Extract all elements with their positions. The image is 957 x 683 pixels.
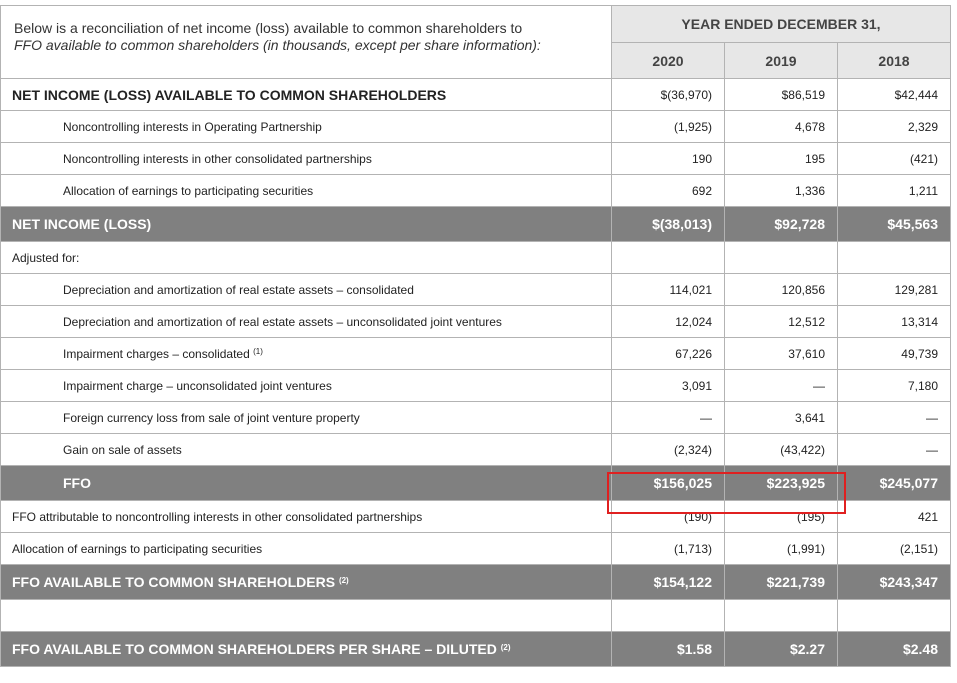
value-2020: 692 xyxy=(611,174,725,207)
intro-line-2: FFO available to common shareholders (in… xyxy=(14,37,541,53)
ffo-reconciliation-table: Below is a reconciliation of net income … xyxy=(0,5,951,667)
value-2019: (1,991) xyxy=(724,532,838,565)
row-label xyxy=(0,599,612,632)
value-2018 xyxy=(837,241,951,274)
value-2018: 49,739 xyxy=(837,337,951,370)
value-2018: 129,281 xyxy=(837,273,951,306)
row-label: Adjusted for: xyxy=(0,241,612,274)
year-header-2020: 2020 xyxy=(611,42,725,79)
row-label: FFO attributable to noncontrolling inter… xyxy=(0,500,612,533)
value-2020: (2,324) xyxy=(611,433,725,466)
value-2019: 37,610 xyxy=(724,337,838,370)
value-2018: 1,211 xyxy=(837,174,951,207)
value-2019 xyxy=(724,241,838,274)
table-row: Impairment charges – consolidated (1) 67… xyxy=(0,337,951,370)
table-row: Noncontrolling interests in Operating Pa… xyxy=(0,110,951,143)
value-2019: 4,678 xyxy=(724,110,838,143)
row-label: Allocation of earnings to participating … xyxy=(0,174,612,207)
value-2020: 190 xyxy=(611,142,725,175)
table-row-ffo-per-share: FFO AVAILABLE TO COMMON SHAREHOLDERS PER… xyxy=(0,631,951,667)
value-2018: 421 xyxy=(837,500,951,533)
row-label: NET INCOME (LOSS) xyxy=(0,206,612,242)
value-2018: (421) xyxy=(837,142,951,175)
value-2020: 114,021 xyxy=(611,273,725,306)
value-2018 xyxy=(837,599,951,632)
row-label-cell: Impairment charges – consolidated (1) xyxy=(0,337,612,370)
value-2020: $(38,013) xyxy=(611,206,725,242)
value-2019: 195 xyxy=(724,142,838,175)
table-row: Allocation of earnings to participating … xyxy=(0,174,951,207)
value-2020: $1.58 xyxy=(611,631,725,667)
value-2020: $154,122 xyxy=(611,564,725,600)
value-2018: (2,151) xyxy=(837,532,951,565)
year-header-2019: 2019 xyxy=(724,42,838,79)
row-label: Depreciation and amortization of real es… xyxy=(0,305,612,338)
footnote-marker: (2) xyxy=(500,643,511,652)
footnote-marker: (2) xyxy=(338,576,349,585)
row-label: NET INCOME (LOSS) AVAILABLE TO COMMON SH… xyxy=(0,78,612,111)
row-label: FFO AVAILABLE TO COMMON SHAREHOLDERS xyxy=(12,574,336,590)
value-2020: — xyxy=(611,401,725,434)
row-label: Noncontrolling interests in Operating Pa… xyxy=(0,110,612,143)
table-row: Impairment charge – unconsolidated joint… xyxy=(0,369,951,402)
value-2020 xyxy=(611,599,725,632)
value-2019: 3,641 xyxy=(724,401,838,434)
value-2019: $92,728 xyxy=(724,206,838,242)
table-row: Gain on sale of assets (2,324) (43,422) … xyxy=(0,433,951,466)
value-2019: 1,336 xyxy=(724,174,838,207)
row-label: FFO xyxy=(0,465,612,501)
row-label: Impairment charges – consolidated xyxy=(63,346,250,361)
value-2020: 12,024 xyxy=(611,305,725,338)
table-row: Adjusted for: xyxy=(0,241,951,274)
value-2018: $45,563 xyxy=(837,206,951,242)
table-row-spacer xyxy=(0,599,951,632)
value-2019: $2.27 xyxy=(724,631,838,667)
value-2018: — xyxy=(837,433,951,466)
table-row: Noncontrolling interests in other consol… xyxy=(0,142,951,175)
period-header: YEAR ENDED DECEMBER 31, xyxy=(611,5,951,43)
row-label: Foreign currency loss from sale of joint… xyxy=(0,401,612,434)
value-2020: $(36,970) xyxy=(611,78,725,111)
row-label: FFO AVAILABLE TO COMMON SHAREHOLDERS PER… xyxy=(12,641,497,657)
value-2020: (1,925) xyxy=(611,110,725,143)
value-2018: $2.48 xyxy=(837,631,951,667)
row-label-cell: FFO AVAILABLE TO COMMON SHAREHOLDERS PER… xyxy=(0,631,612,667)
value-2019: (43,422) xyxy=(724,433,838,466)
table-row: Foreign currency loss from sale of joint… xyxy=(0,401,951,434)
table-row: Depreciation and amortization of real es… xyxy=(0,305,951,338)
table-row: Depreciation and amortization of real es… xyxy=(0,273,951,306)
table-row: NET INCOME (LOSS) AVAILABLE TO COMMON SH… xyxy=(0,78,951,111)
row-label-cell: FFO AVAILABLE TO COMMON SHAREHOLDERS (2) xyxy=(0,564,612,600)
value-2020: 3,091 xyxy=(611,369,725,402)
table-row-net-income: NET INCOME (LOSS) $(38,013) $92,728 $45,… xyxy=(0,206,951,242)
value-2020: 67,226 xyxy=(611,337,725,370)
table-row-ffo-available: FFO AVAILABLE TO COMMON SHAREHOLDERS (2)… xyxy=(0,564,951,600)
value-2018: $42,444 xyxy=(837,78,951,111)
value-2019: 120,856 xyxy=(724,273,838,306)
value-2019: $86,519 xyxy=(724,78,838,111)
value-2018: 2,329 xyxy=(837,110,951,143)
row-label: Gain on sale of assets xyxy=(0,433,612,466)
value-2018: $245,077 xyxy=(837,465,951,501)
row-label: Allocation of earnings to participating … xyxy=(0,532,612,565)
value-2019 xyxy=(724,599,838,632)
value-2018: 13,314 xyxy=(837,305,951,338)
table-intro: Below is a reconciliation of net income … xyxy=(0,5,612,79)
row-label: Noncontrolling interests in other consol… xyxy=(0,142,612,175)
value-2018: — xyxy=(837,401,951,434)
value-2019: 12,512 xyxy=(724,305,838,338)
value-2018: $243,347 xyxy=(837,564,951,600)
value-2018: 7,180 xyxy=(837,369,951,402)
year-header-2018: 2018 xyxy=(837,42,951,79)
intro-line-1: Below is a reconciliation of net income … xyxy=(14,20,523,36)
table-row: Allocation of earnings to participating … xyxy=(0,532,951,565)
row-label: Depreciation and amortization of real es… xyxy=(0,273,612,306)
value-2019: $221,739 xyxy=(724,564,838,600)
footnote-marker: (1) xyxy=(253,346,263,356)
value-2019: — xyxy=(724,369,838,402)
value-2020: (1,713) xyxy=(611,532,725,565)
ffo-highlight-box xyxy=(607,472,846,514)
row-label: Impairment charge – unconsolidated joint… xyxy=(0,369,612,402)
value-2020 xyxy=(611,241,725,274)
